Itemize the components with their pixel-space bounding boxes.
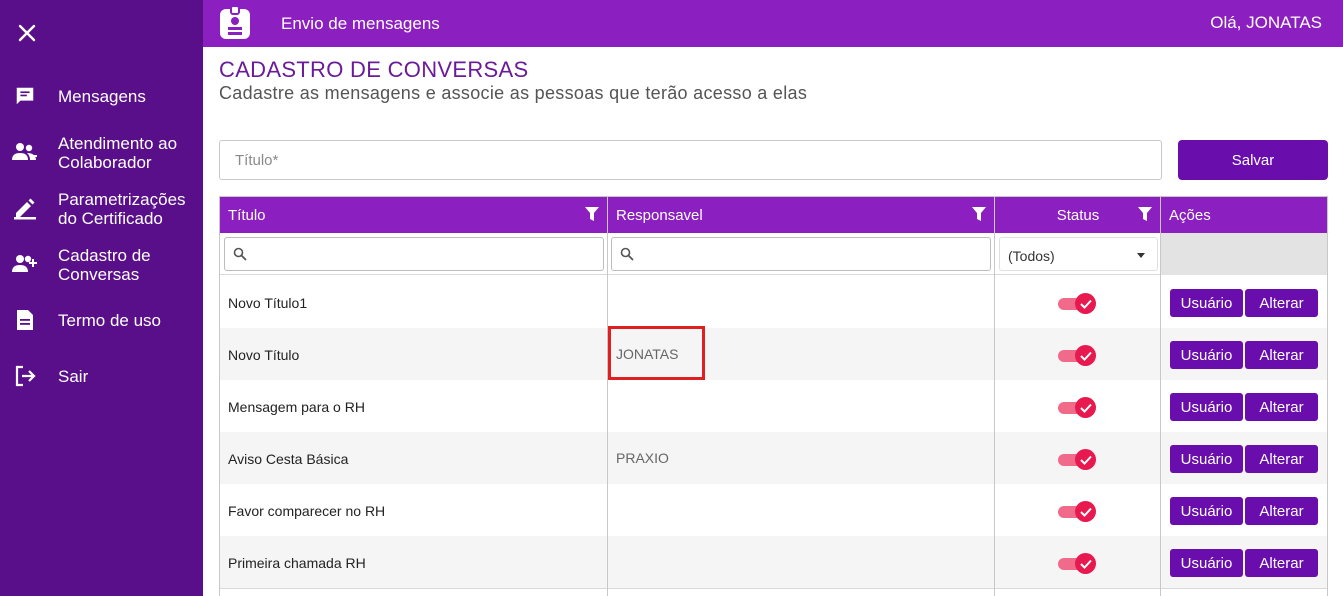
users-button[interactable]: Usuário — [1170, 549, 1243, 577]
support-users-icon — [12, 139, 38, 165]
edit-button[interactable]: Alterar — [1245, 289, 1318, 317]
users-button[interactable]: Usuário — [1170, 341, 1243, 369]
edit-button[interactable]: Alterar — [1245, 445, 1318, 473]
sidebar-item-termo[interactable]: Termo de uso — [0, 308, 203, 332]
page-subtitle: Cadastre as mensagens e associe as pesso… — [219, 83, 808, 103]
status-toggle[interactable] — [1058, 396, 1096, 418]
status-toggle[interactable] — [1058, 448, 1096, 470]
column-header-label: Responsavel — [616, 206, 703, 224]
title-input[interactable] — [219, 140, 1162, 180]
sidebar-item-label-line1: Atendimento ao — [58, 134, 178, 153]
edit-button[interactable]: Alterar — [1245, 497, 1318, 525]
users-button[interactable]: Usuário — [1170, 393, 1243, 421]
filter-icon[interactable] — [584, 206, 600, 222]
row-responsible: JONATAS — [616, 346, 679, 362]
titulo-search-box[interactable] — [224, 237, 604, 271]
check-icon — [1075, 553, 1096, 574]
filter-icon[interactable] — [971, 206, 987, 222]
responsavel-search-box[interactable] — [611, 237, 991, 271]
pencil-icon — [12, 195, 38, 221]
close-menu-button[interactable] — [14, 20, 40, 46]
status-filter-select[interactable]: (Todos) — [999, 237, 1158, 271]
app-title: Envio de mensagens — [281, 14, 440, 33]
edit-button[interactable]: Alterar — [1245, 341, 1318, 369]
app-logo-icon — [219, 5, 251, 40]
row-title: Favor comparecer no RH — [228, 503, 386, 519]
sidebar-item-label-line2: Colaborador — [58, 153, 152, 172]
user-greeting[interactable]: Olá, JONATAS — [1210, 13, 1322, 33]
row-title: Novo Título1 — [228, 295, 308, 311]
status-toggle[interactable] — [1058, 500, 1096, 522]
column-header-responsavel[interactable]: Responsavel — [608, 197, 995, 233]
column-header-titulo[interactable]: Título — [220, 197, 608, 233]
column-header-label: Ações — [1169, 206, 1211, 224]
column-header-status[interactable]: Status — [995, 197, 1161, 233]
sidebar-item-parametrizacoes[interactable]: Parametrizações do Certificado — [0, 188, 203, 228]
column-divider — [607, 197, 608, 596]
row-responsible: PRAXIO — [616, 450, 669, 466]
check-icon — [1075, 397, 1096, 418]
responsavel-search-input[interactable] — [638, 240, 984, 268]
sidebar-item-label: Termo de uso — [58, 311, 161, 330]
titulo-search-input[interactable] — [251, 240, 597, 268]
search-icon — [620, 247, 634, 261]
column-header-acoes: Ações — [1161, 197, 1327, 233]
sidebar-item-sair[interactable]: Sair — [0, 364, 203, 388]
sidebar-item-cadastro-conversas[interactable]: Cadastro de Conversas — [0, 244, 203, 284]
status-toggle[interactable] — [1058, 552, 1096, 574]
row-title: Primeira chamada RH — [228, 555, 366, 571]
check-icon — [1075, 293, 1096, 314]
sidebar-item-atendimento[interactable]: Atendimento ao Colaborador — [0, 132, 203, 172]
filter-icon[interactable] — [1137, 206, 1153, 222]
status-toggle[interactable] — [1058, 292, 1096, 314]
search-icon — [233, 247, 247, 261]
row-title: Aviso Cesta Básica — [228, 451, 349, 467]
users-button[interactable]: Usuário — [1170, 289, 1243, 317]
document-icon — [12, 307, 38, 333]
conversations-table: Título Responsavel Status Ações (Todos) … — [219, 196, 1328, 596]
sidebar-item-label-line2: Conversas — [58, 265, 140, 284]
users-button[interactable]: Usuário — [1170, 445, 1243, 473]
column-header-label: Título — [228, 206, 266, 224]
users-button[interactable]: Usuário — [1170, 497, 1243, 525]
edit-button[interactable]: Alterar — [1245, 393, 1318, 421]
close-icon — [18, 24, 36, 42]
edit-button[interactable]: Alterar — [1245, 549, 1318, 577]
column-divider — [994, 197, 995, 596]
sidebar-item-label: Sair — [58, 367, 89, 386]
save-button[interactable]: Salvar — [1178, 140, 1328, 180]
sidebar-item-mensagens[interactable]: Mensagens — [0, 84, 203, 108]
page-title: CADASTRO DE CONVERSAS — [219, 57, 529, 82]
sidebar-item-label-line1: Cadastro de — [58, 246, 151, 265]
check-icon — [1075, 449, 1096, 470]
sidebar-item-label: Mensagens — [58, 87, 146, 106]
status-toggle[interactable] — [1058, 344, 1096, 366]
row-title: Novo Título — [228, 347, 300, 363]
add-user-icon — [12, 251, 38, 277]
chevron-down-icon — [1137, 253, 1145, 258]
chat-icon — [12, 83, 38, 109]
top-bar: Envio de mensagens Olá, JONATAS — [203, 0, 1343, 47]
check-icon — [1075, 345, 1096, 366]
sidebar: Mensagens Atendimento ao Colaborador Par… — [0, 0, 203, 596]
status-filter-value: (Todos) — [1008, 248, 1055, 264]
sidebar-item-label-line1: Parametrizações — [58, 190, 186, 209]
check-icon — [1075, 501, 1096, 522]
column-divider — [1160, 197, 1161, 596]
column-header-label: Status — [1056, 206, 1100, 224]
logout-icon — [12, 363, 38, 389]
actions-filter-cell — [1161, 233, 1327, 275]
row-title: Mensagem para o RH — [228, 399, 365, 415]
sidebar-item-label-line2: do Certificado — [58, 209, 163, 228]
